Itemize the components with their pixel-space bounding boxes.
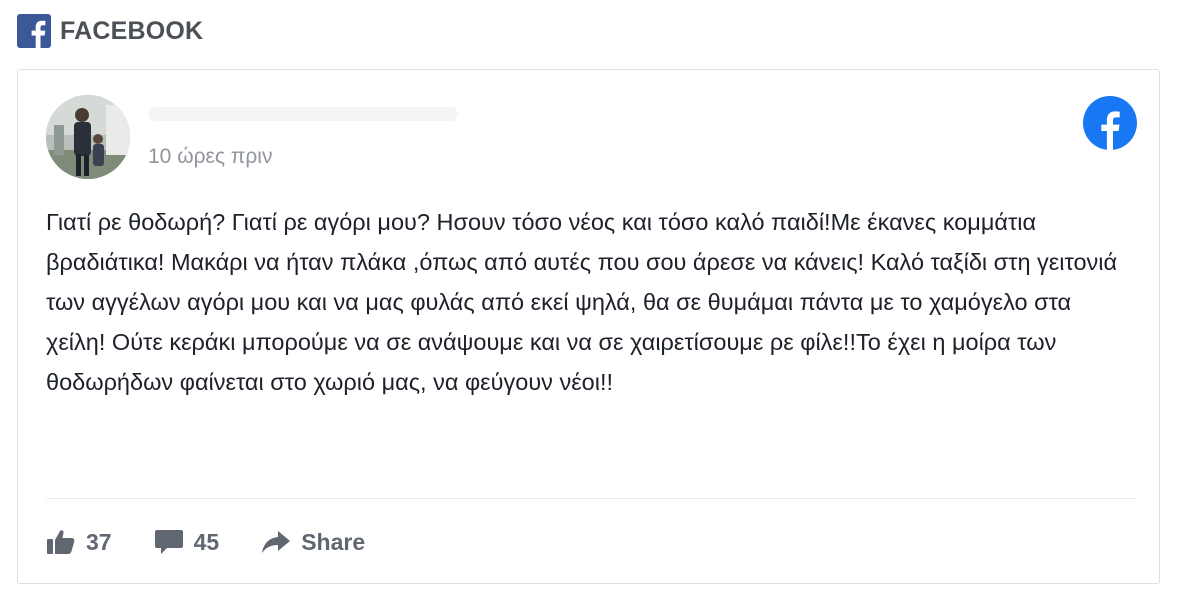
divider [46,498,1136,499]
source-header: FACEBOOK [17,13,203,49]
comment-count: 45 [193,528,220,555]
post-actions: 37 45 Share [46,522,407,562]
source-label: FACEBOOK [60,16,204,45]
like-button[interactable]: 37 [46,529,112,556]
facebook-circle-icon[interactable] [1083,96,1137,150]
share-arrow-icon [261,530,291,554]
thumbs-up-icon [46,529,76,555]
comment-button[interactable]: 45 [154,528,220,556]
post-text: Γιατί ρε θοδωρή? Γιατί ρε αγόρι μου? Ησο… [46,209,1118,395]
facebook-square-icon [17,14,51,48]
author-name-redacted [148,107,458,121]
share-label: Share [301,528,366,555]
share-button[interactable]: Share [261,529,365,556]
avatar[interactable] [46,95,130,179]
comment-icon [154,529,184,555]
facebook-post-card: 10 ώρες πριν Γιατί ρε θοδωρή? Γιατί ρε α… [17,69,1160,584]
like-count: 37 [86,528,112,555]
post-timestamp[interactable]: 10 ώρες πριν [148,145,272,169]
